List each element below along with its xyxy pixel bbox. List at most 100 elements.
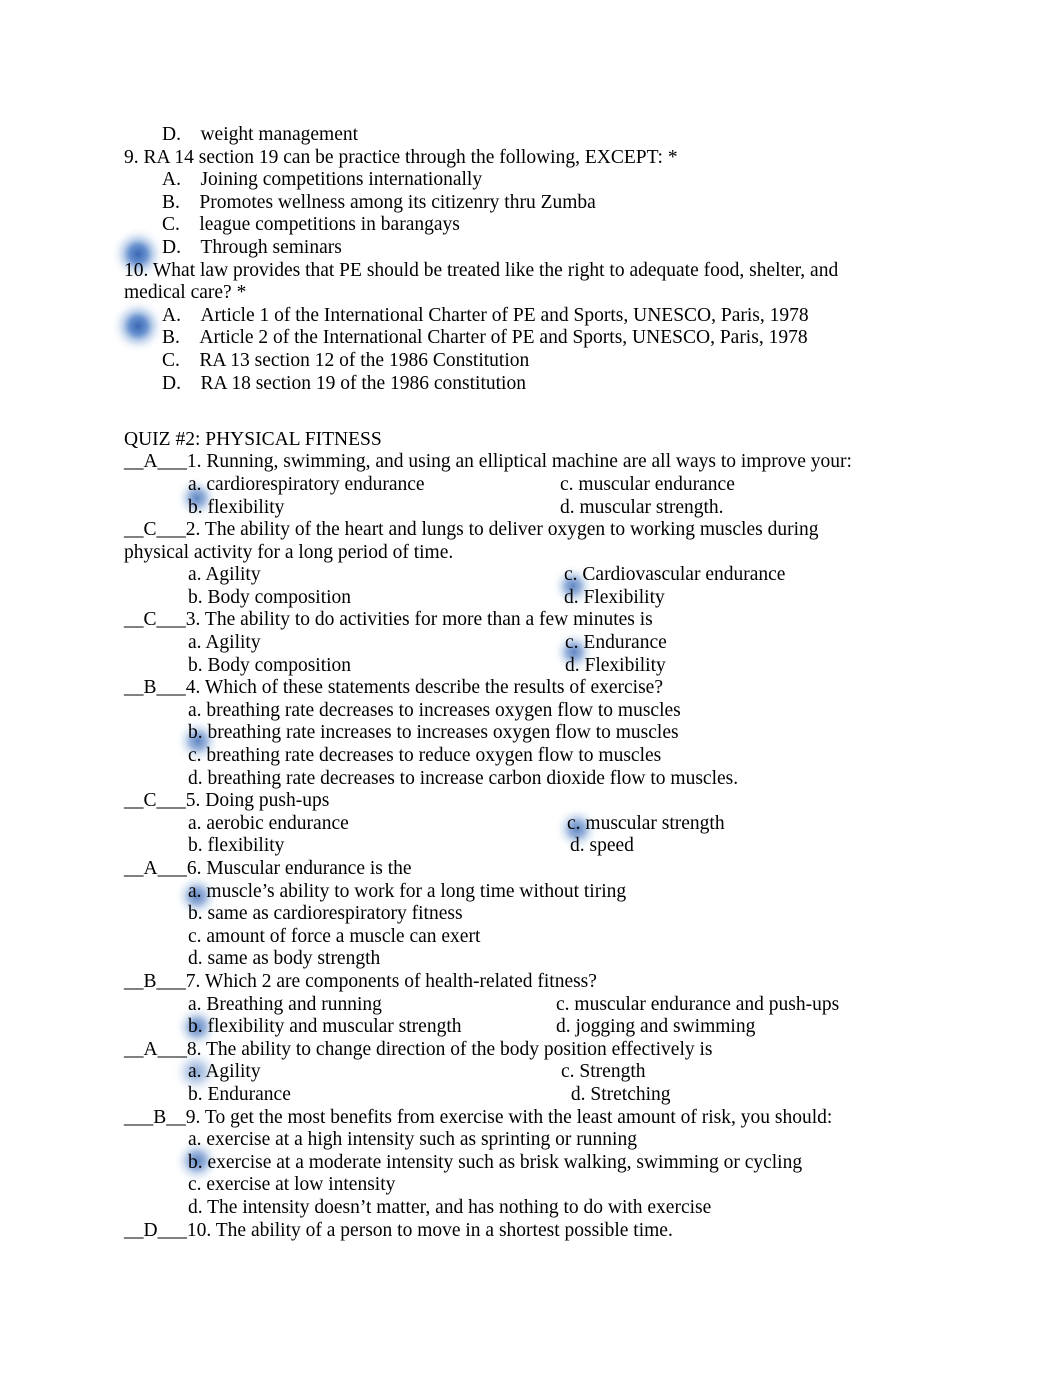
quiz2-item-3-answer-blank[interactable]: __C___ bbox=[124, 609, 186, 630]
quiz2-item-9-option-d[interactable]: d. The intensity doesn’t matter, and has… bbox=[124, 1197, 944, 1220]
quiz2-item-6-option-b[interactable]: b. same as cardiorespiratory fitness bbox=[124, 903, 944, 926]
part1-question-9-text: RA 14 section 19 can be practice through… bbox=[143, 146, 678, 168]
quiz2-item-3-option-b[interactable]: b. Body composition bbox=[188, 655, 351, 678]
quiz2-item-3-number: 3. bbox=[185, 609, 201, 631]
quiz2-item-6-option-c[interactable]: c. amount of force a muscle can exert bbox=[124, 926, 944, 949]
quiz2-item-2-option-c[interactable]: c. Cardiovascular endurance bbox=[564, 564, 785, 587]
part1-q10-option-a: A. Article 1 of the International Charte… bbox=[162, 304, 809, 326]
quiz2-item-1-number: 1. bbox=[186, 451, 202, 473]
quiz2-item-2-option-a[interactable]: a. Agility bbox=[188, 564, 261, 587]
quiz2-item-9-stem: ___B__9. To get the most benefits from e… bbox=[124, 1107, 944, 1130]
quiz2-item-10-number: 10. bbox=[186, 1219, 212, 1241]
quiz2-item-1-row-2: b. flexibility d. muscular strength. bbox=[124, 497, 944, 520]
part1-question-9-number: 9. bbox=[124, 146, 139, 168]
quiz2-item-2-answer-blank[interactable]: __C___ bbox=[124, 519, 186, 540]
quiz2-item-5-row-1: a. aerobic endurance c. muscular strength bbox=[124, 813, 944, 836]
quiz2-item-5-option-a[interactable]: a. aerobic endurance bbox=[188, 813, 349, 836]
quiz2-item-3-row-1: a. Agility c. Endurance bbox=[124, 632, 944, 655]
quiz2-item-9-option-a[interactable]: a. exercise at a high intensity such as … bbox=[124, 1129, 944, 1152]
quiz2-item-8-option-c[interactable]: c. Strength bbox=[561, 1061, 645, 1084]
quiz2-item-5-row-2: b. flexibility d. speed bbox=[124, 835, 944, 858]
quiz2-item-5-option-c[interactable]: c. muscular strength bbox=[567, 813, 725, 836]
quiz2-item-9-answer-blank[interactable]: ___B__ bbox=[124, 1107, 186, 1128]
quiz2-item-7-option-a[interactable]: a. Breathing and running bbox=[188, 994, 382, 1017]
quiz2-item-8-option-d[interactable]: d. Stretching bbox=[566, 1084, 671, 1107]
document-page: D. weight management 9. RA 14 section 19… bbox=[0, 0, 1062, 1376]
quiz2-item-4-answer-blank[interactable]: __B___ bbox=[124, 677, 186, 698]
part1-question-10: 10. What law provides that PE should be … bbox=[124, 260, 884, 305]
quiz2-item-2-option-b[interactable]: b. Body composition bbox=[188, 587, 351, 610]
quiz2-item-6-option-a[interactable]: a. muscle’s ability to work for a long t… bbox=[124, 881, 944, 904]
section-spacer-small bbox=[124, 418, 944, 429]
quiz2-item-5-option-b[interactable]: b. flexibility bbox=[188, 835, 284, 858]
quiz2-item-3-text: The ability to do activities for more th… bbox=[204, 609, 653, 631]
part1-question-10-number: 10. bbox=[124, 259, 149, 281]
quiz2-item-3-stem: __C___3. The ability to do activities fo… bbox=[124, 609, 944, 632]
quiz2-item-1-option-d[interactable]: d. muscular strength. bbox=[560, 497, 724, 520]
quiz2-item-2-text: The ability of the heart and lungs to de… bbox=[204, 519, 819, 541]
quiz2-item-3-option-a[interactable]: a. Agility bbox=[188, 632, 261, 655]
quiz2-item-10-stem: __D___10. The ability of a person to mov… bbox=[124, 1220, 944, 1243]
quiz2-item-8-option-b[interactable]: b. Endurance bbox=[188, 1084, 291, 1107]
quiz2-item-1-answer-blank[interactable]: __A___ bbox=[124, 451, 187, 472]
part1-q10-option-c: C. RA 13 section 12 of the 1986 Constitu… bbox=[162, 349, 530, 371]
quiz2-item-1-option-b[interactable]: b. flexibility bbox=[188, 497, 284, 520]
quiz2-item-4-number: 4. bbox=[185, 677, 201, 699]
quiz2-item-6-option-d[interactable]: d. same as body strength bbox=[124, 948, 944, 971]
quiz2-item-7-stem: __B___7. Which 2 are components of healt… bbox=[124, 971, 944, 994]
quiz2-item-2-option-d[interactable]: d. Flexibility bbox=[564, 587, 665, 610]
quiz2-item-4-option-c[interactable]: c. breathing rate decreases to reduce ox… bbox=[124, 745, 944, 768]
quiz2-item-8-row-2: b. Endurance d. Stretching bbox=[124, 1084, 944, 1107]
quiz2-item-10-text: The ability of a person to move in a sho… bbox=[215, 1219, 673, 1241]
quiz2-title: QUIZ #2: PHYSICAL FITNESS bbox=[124, 428, 382, 450]
quiz2-item-4-option-d[interactable]: d. breathing rate decreases to increase … bbox=[124, 768, 944, 791]
quiz2-item-6-stem: __A___6. Muscular endurance is the bbox=[124, 858, 944, 881]
quiz2-item-9-option-b[interactable]: b. exercise at a moderate intensity such… bbox=[124, 1152, 944, 1175]
part1-q10-option-d: D. RA 18 section 19 of the 1986 constitu… bbox=[162, 372, 526, 394]
quiz2-item-1-option-a[interactable]: a. cardiorespiratory endurance bbox=[188, 474, 425, 497]
quiz2-item-8-number: 8. bbox=[186, 1038, 202, 1060]
quiz2-item-4-option-b[interactable]: b. breathing rate increases to increases… bbox=[124, 722, 944, 745]
quiz2-item-8-option-a[interactable]: a. Agility bbox=[188, 1061, 261, 1084]
part1-trailing-option: D. weight management bbox=[162, 124, 359, 145]
quiz2-item-4-option-a[interactable]: a. breathing rate decreases to increases… bbox=[124, 700, 944, 723]
quiz2-item-5-option-d[interactable]: d. speed bbox=[570, 835, 634, 858]
quiz2-item-7-row-1: a. Breathing and running c. muscular endu… bbox=[124, 994, 944, 1017]
part1-q9-option-b: B. Promotes wellness among its citizenry… bbox=[162, 191, 596, 213]
quiz2-item-8-text: The ability to change direction of the b… bbox=[206, 1038, 713, 1060]
part1-question-9: 9. RA 14 section 19 can be practice thro… bbox=[124, 147, 944, 170]
quiz2-item-6-answer-blank[interactable]: __A___ bbox=[124, 858, 187, 879]
quiz2-item-7-option-c[interactable]: c. muscular endurance and push-ups bbox=[556, 994, 839, 1017]
quiz2-item-4-text: Which of these statements describe the r… bbox=[204, 677, 663, 699]
quiz2-item-1-stem: __A___1. Running, swimming, and using an… bbox=[124, 451, 944, 474]
quiz2-item-2-row-2: b. Body composition d. Flexibility bbox=[124, 587, 944, 610]
part1-question-10-text: What law provides that PE should be trea… bbox=[124, 259, 839, 304]
quiz2-item-8-stem: __A___8. The ability to change direction… bbox=[124, 1039, 944, 1062]
quiz2-item-7-option-b[interactable]: b. flexibility and muscular strength bbox=[188, 1016, 462, 1039]
quiz2-item-4-stem: __B___4. Which of these statements descr… bbox=[124, 677, 944, 700]
quiz2-item-5-stem: __C___5. Doing push-ups bbox=[124, 790, 944, 813]
quiz2-item-1-option-c[interactable]: c. muscular endurance bbox=[560, 474, 735, 497]
quiz2-item-7-row-2: b. flexibility and muscular strength d. j… bbox=[124, 1016, 944, 1039]
quiz2-item-6-number: 6. bbox=[186, 858, 202, 879]
quiz2-item-8-answer-blank[interactable]: __A___ bbox=[124, 1039, 187, 1060]
quiz2-item-3-row-2: b. Body composition d. Flexibility bbox=[124, 655, 944, 678]
quiz2-item-9-text: To get the most benefits from exercise w… bbox=[204, 1106, 833, 1128]
quiz2-item-7-option-d[interactable]: d. jogging and swimming bbox=[556, 1016, 755, 1039]
quiz2-item-5-answer-blank[interactable]: __C___ bbox=[124, 790, 186, 811]
quiz2-item-2-stem: __C___2. The ability of the heart and lu… bbox=[124, 519, 944, 542]
quiz2-item-3-option-c[interactable]: c. Endurance bbox=[565, 632, 667, 655]
quiz2-item-1-row-1: a. cardiorespiratory endurance c. muscula… bbox=[124, 474, 944, 497]
quiz2-item-7-answer-blank[interactable]: __B___ bbox=[124, 971, 186, 992]
quiz2-item-9-option-c[interactable]: c. exercise at low intensity bbox=[124, 1174, 944, 1197]
quiz2-item-2-number: 2. bbox=[185, 519, 201, 541]
quiz2-item-10-answer-blank[interactable]: __D___ bbox=[124, 1220, 187, 1241]
quiz2-item-2-stem-line2: physical activity for a long period of t… bbox=[124, 541, 454, 563]
quiz2-item-5-text: Doing push-ups bbox=[205, 790, 330, 812]
part1-q10-option-b: B. Article 2 of the International Charte… bbox=[162, 327, 808, 349]
quiz2-item-3-option-d[interactable]: d. Flexibility bbox=[565, 655, 666, 678]
part1-q9-option-c: C. league competitions in barangays bbox=[162, 214, 460, 236]
part1-q9-option-a: A. Joining competitions internationally bbox=[162, 169, 483, 191]
quiz2-item-7-number: 7. bbox=[185, 970, 201, 992]
